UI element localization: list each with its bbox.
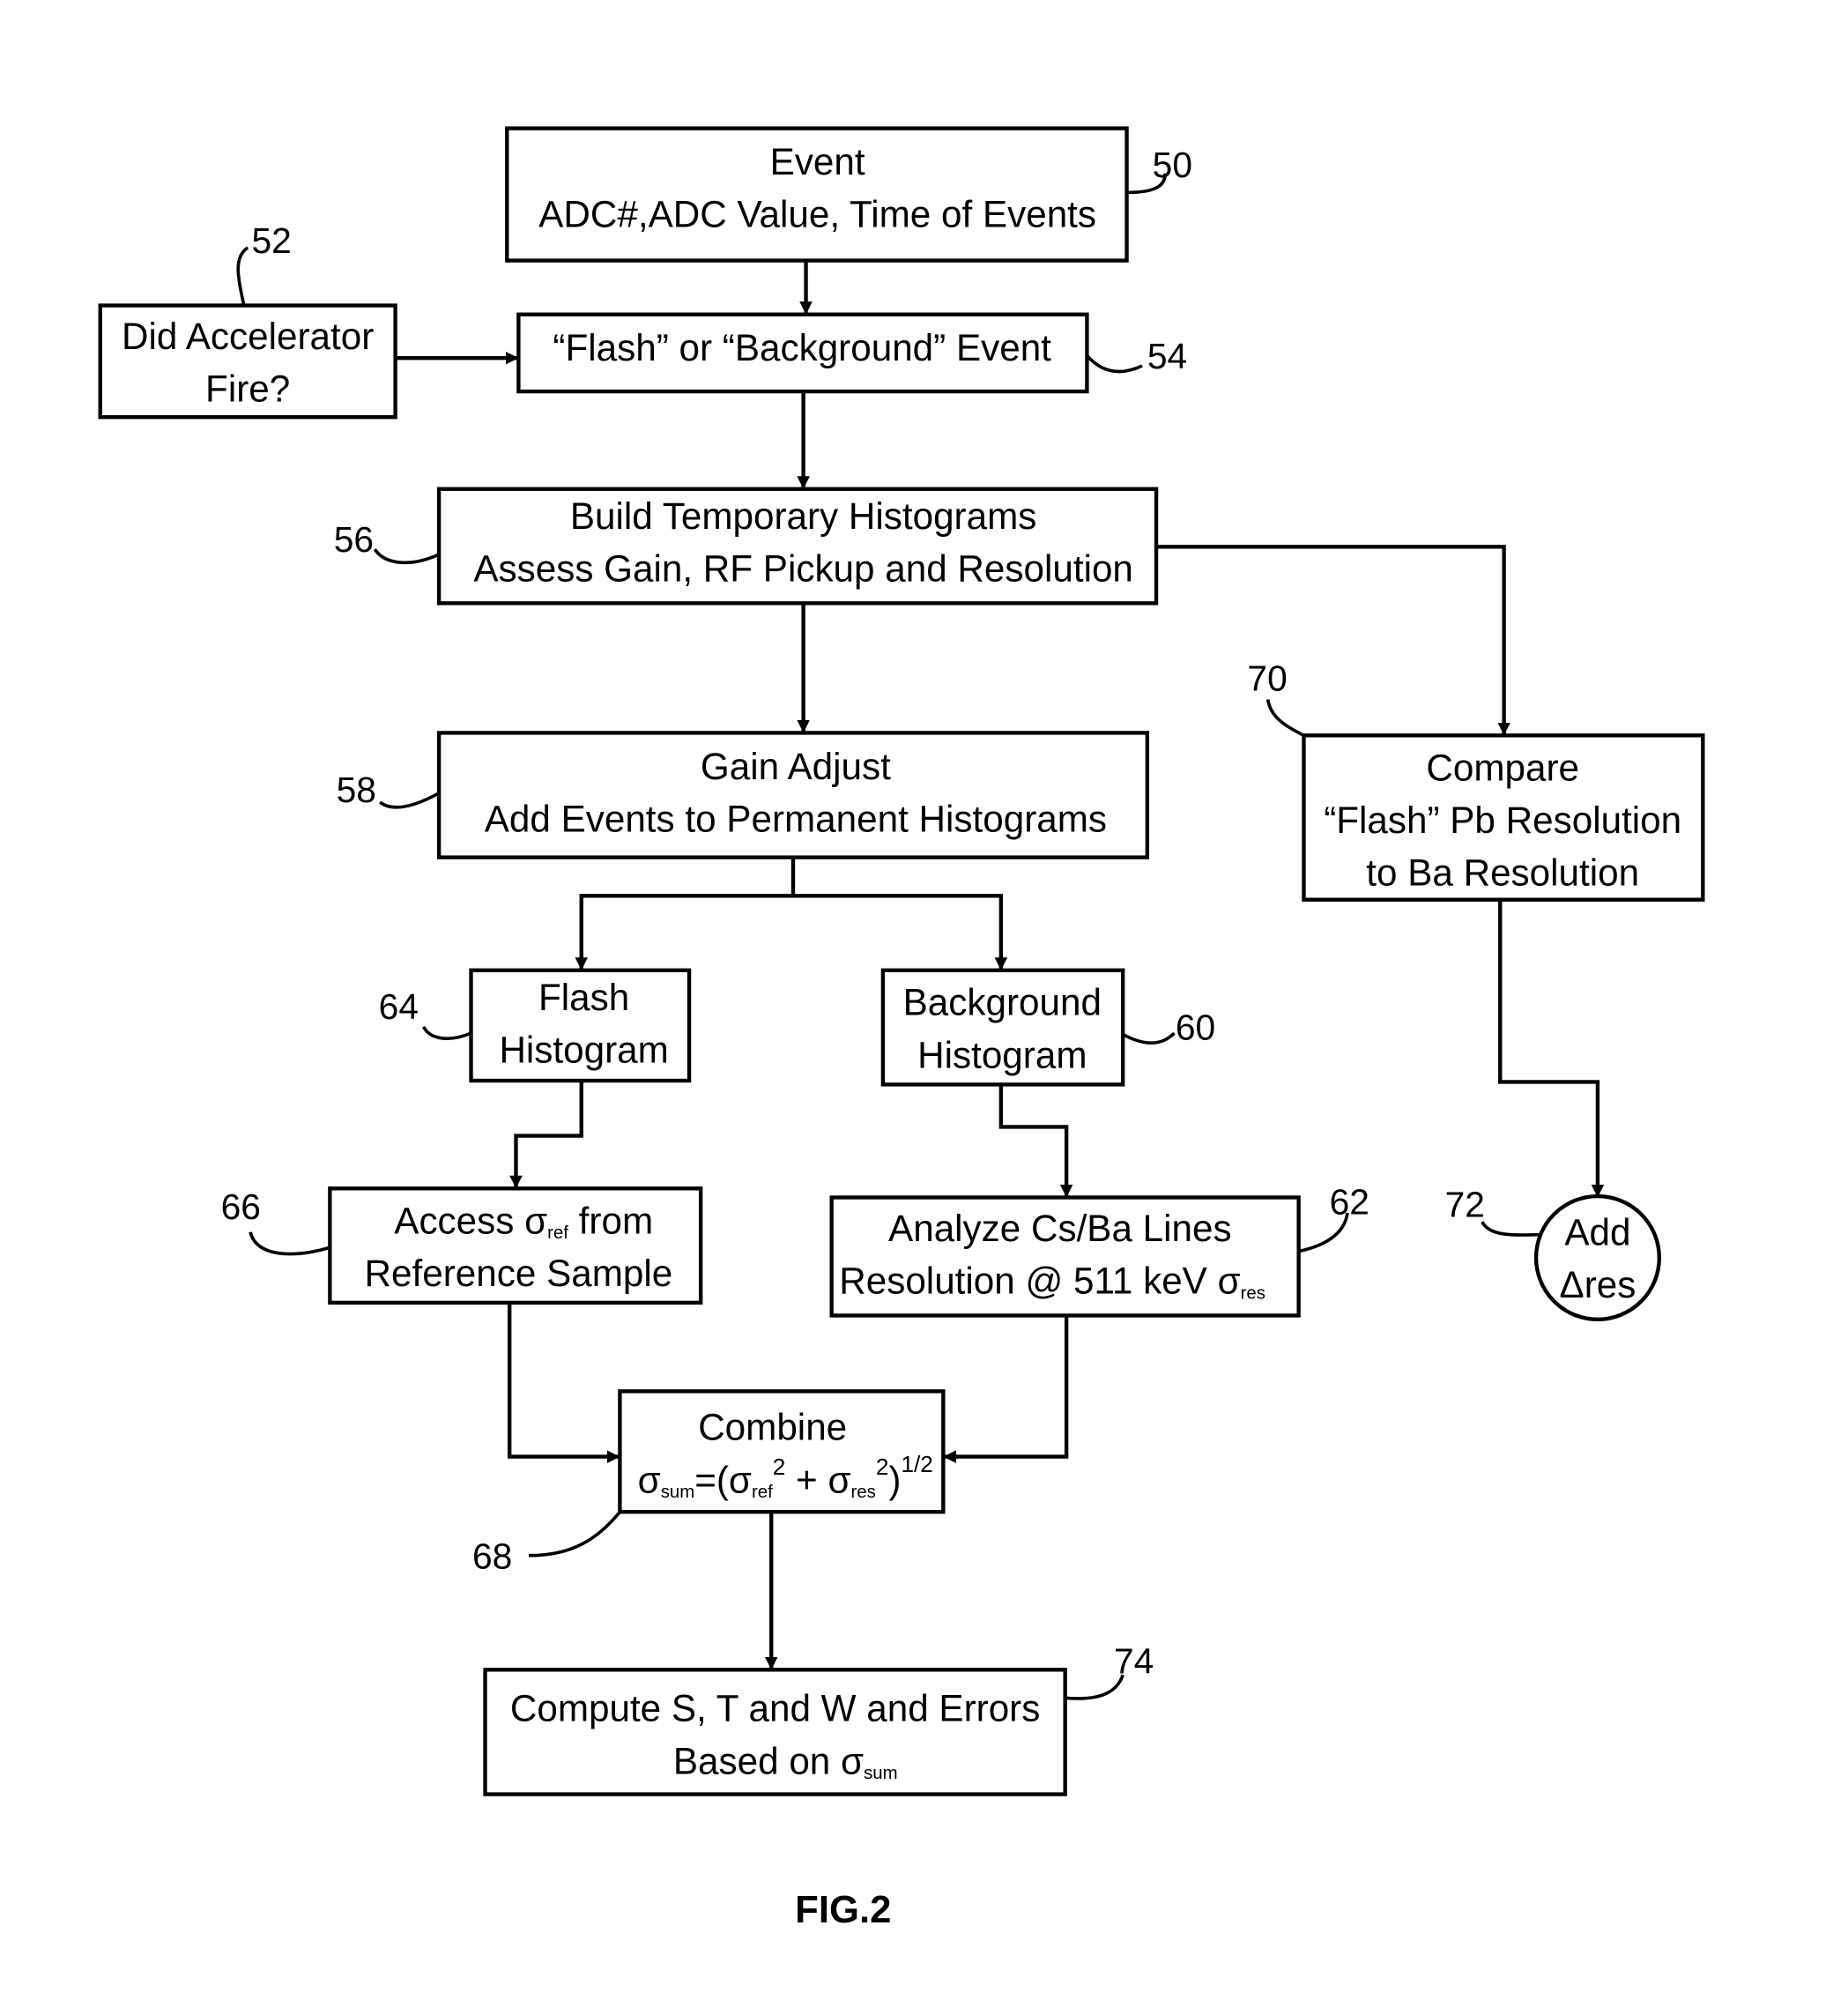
node-74-line1: Compute S, T and W and Errors — [510, 1688, 1041, 1729]
node-58-line2: Add Events to Permanent Histograms — [485, 799, 1107, 840]
node-add-delta-res: Add Δres 72 — [1445, 1184, 1662, 1322]
node-72-line2: Δres — [1559, 1264, 1636, 1305]
arrow-64-to-66 — [509, 1080, 583, 1189]
node-combine: Combine σsum=(σref2 + σres2)1/2 68 — [472, 1389, 946, 1576]
node-64-line1: Flash — [538, 977, 629, 1018]
node-70-line3: to Ba Resolution — [1366, 852, 1639, 894]
arrow-56-to-70 — [1156, 545, 1510, 736]
arrow-66-to-68 — [508, 1302, 620, 1463]
flowchart-figure: Event ADC#,ADC Value, Time of Events 50 … — [0, 0, 1848, 2015]
node-compute-stw: Compute S, T and W and Errors Based on σ… — [483, 1641, 1154, 1796]
node-56-line2: Assess Gain, RF Pickup and Resolution — [473, 548, 1133, 590]
ref-label-64: 64 — [379, 986, 419, 1027]
node-60-line2: Histogram — [917, 1034, 1087, 1075]
node-background-histogram: Background Histogram 60 — [880, 968, 1215, 1087]
node-flash-or-background: “Flash” or “Background” Event 54 — [516, 312, 1187, 394]
ref-label-56: 56 — [334, 519, 374, 560]
ref-label-68: 68 — [472, 1535, 512, 1576]
arrow-58-to-60 — [792, 894, 1008, 970]
ref-label-54: 54 — [1147, 336, 1187, 376]
node-68-line1: Combine — [698, 1407, 847, 1448]
node-flash-histogram: Flash Histogram 64 — [379, 968, 692, 1083]
node-70-line2: “Flash” Pb Resolution — [1324, 799, 1681, 841]
flowchart-canvas: Event ADC#,ADC Value, Time of Events 50 … — [98, 126, 1705, 1931]
node-60-line1: Background — [903, 982, 1102, 1023]
node-56-line1: Build Temporary Histograms — [570, 495, 1036, 537]
node-analyze-cs-ba-lines: Analyze Cs/Ba Lines Resolution @ 511 keV… — [829, 1181, 1369, 1318]
node-66-line2: Reference Sample — [365, 1253, 673, 1294]
arrow-60-to-62 — [998, 1084, 1073, 1198]
figure-label: FIG.2 — [795, 1888, 891, 1931]
ref-label-72: 72 — [1445, 1184, 1485, 1224]
node-62-line2: Resolution @ 511 keV σres — [839, 1260, 1265, 1304]
ref-label-70: 70 — [1247, 658, 1287, 698]
node-access-sigma-ref: Access σref from Reference Sample 66 — [221, 1186, 703, 1305]
node-event: Event ADC#,ADC Value, Time of Events 50 — [505, 126, 1192, 263]
ref-label-58: 58 — [337, 770, 376, 810]
node-compare-resolution: Compare “Flash” Pb Resolution to Ba Reso… — [1247, 658, 1705, 902]
ref-label-74: 74 — [1114, 1641, 1154, 1682]
ref-label-60: 60 — [1176, 1007, 1215, 1047]
arrow-58-to-64 — [575, 857, 796, 970]
ref-label-66: 66 — [221, 1186, 261, 1227]
node-66-line1: Access σref from — [394, 1200, 653, 1243]
node-70-line1: Compare — [1426, 747, 1579, 788]
node-72-line1: Add — [1564, 1211, 1630, 1253]
node-accelerator-line1: Did Accelerator — [122, 316, 374, 357]
node-accelerator-line2: Fire? — [205, 368, 290, 410]
node-gain-adjust: Gain Adjust Add Events to Permanent Hist… — [337, 731, 1150, 859]
node-62-line1: Analyze Cs/Ba Lines — [888, 1208, 1232, 1249]
node-event-detail: ADC#,ADC Value, Time of Events — [538, 194, 1096, 235]
node-build-temporary-histograms: Build Temporary Histograms Assess Gain, … — [334, 487, 1159, 606]
node-accelerator-fired: Did Accelerator Fire? 52 — [98, 220, 397, 420]
arrow-70-to-72 — [1498, 898, 1605, 1198]
arrow-62-to-68 — [943, 1315, 1069, 1463]
node-event-title: Event — [770, 141, 865, 182]
node-58-line1: Gain Adjust — [701, 746, 891, 787]
ref-label-50: 50 — [1153, 145, 1192, 185]
node-flash-or-background-label: “Flash” or “Background” Event — [553, 327, 1051, 368]
node-64-line2: Histogram — [499, 1030, 668, 1071]
ref-label-62: 62 — [1330, 1181, 1369, 1222]
ref-label-52: 52 — [252, 220, 292, 261]
connectors — [395, 260, 1605, 1670]
